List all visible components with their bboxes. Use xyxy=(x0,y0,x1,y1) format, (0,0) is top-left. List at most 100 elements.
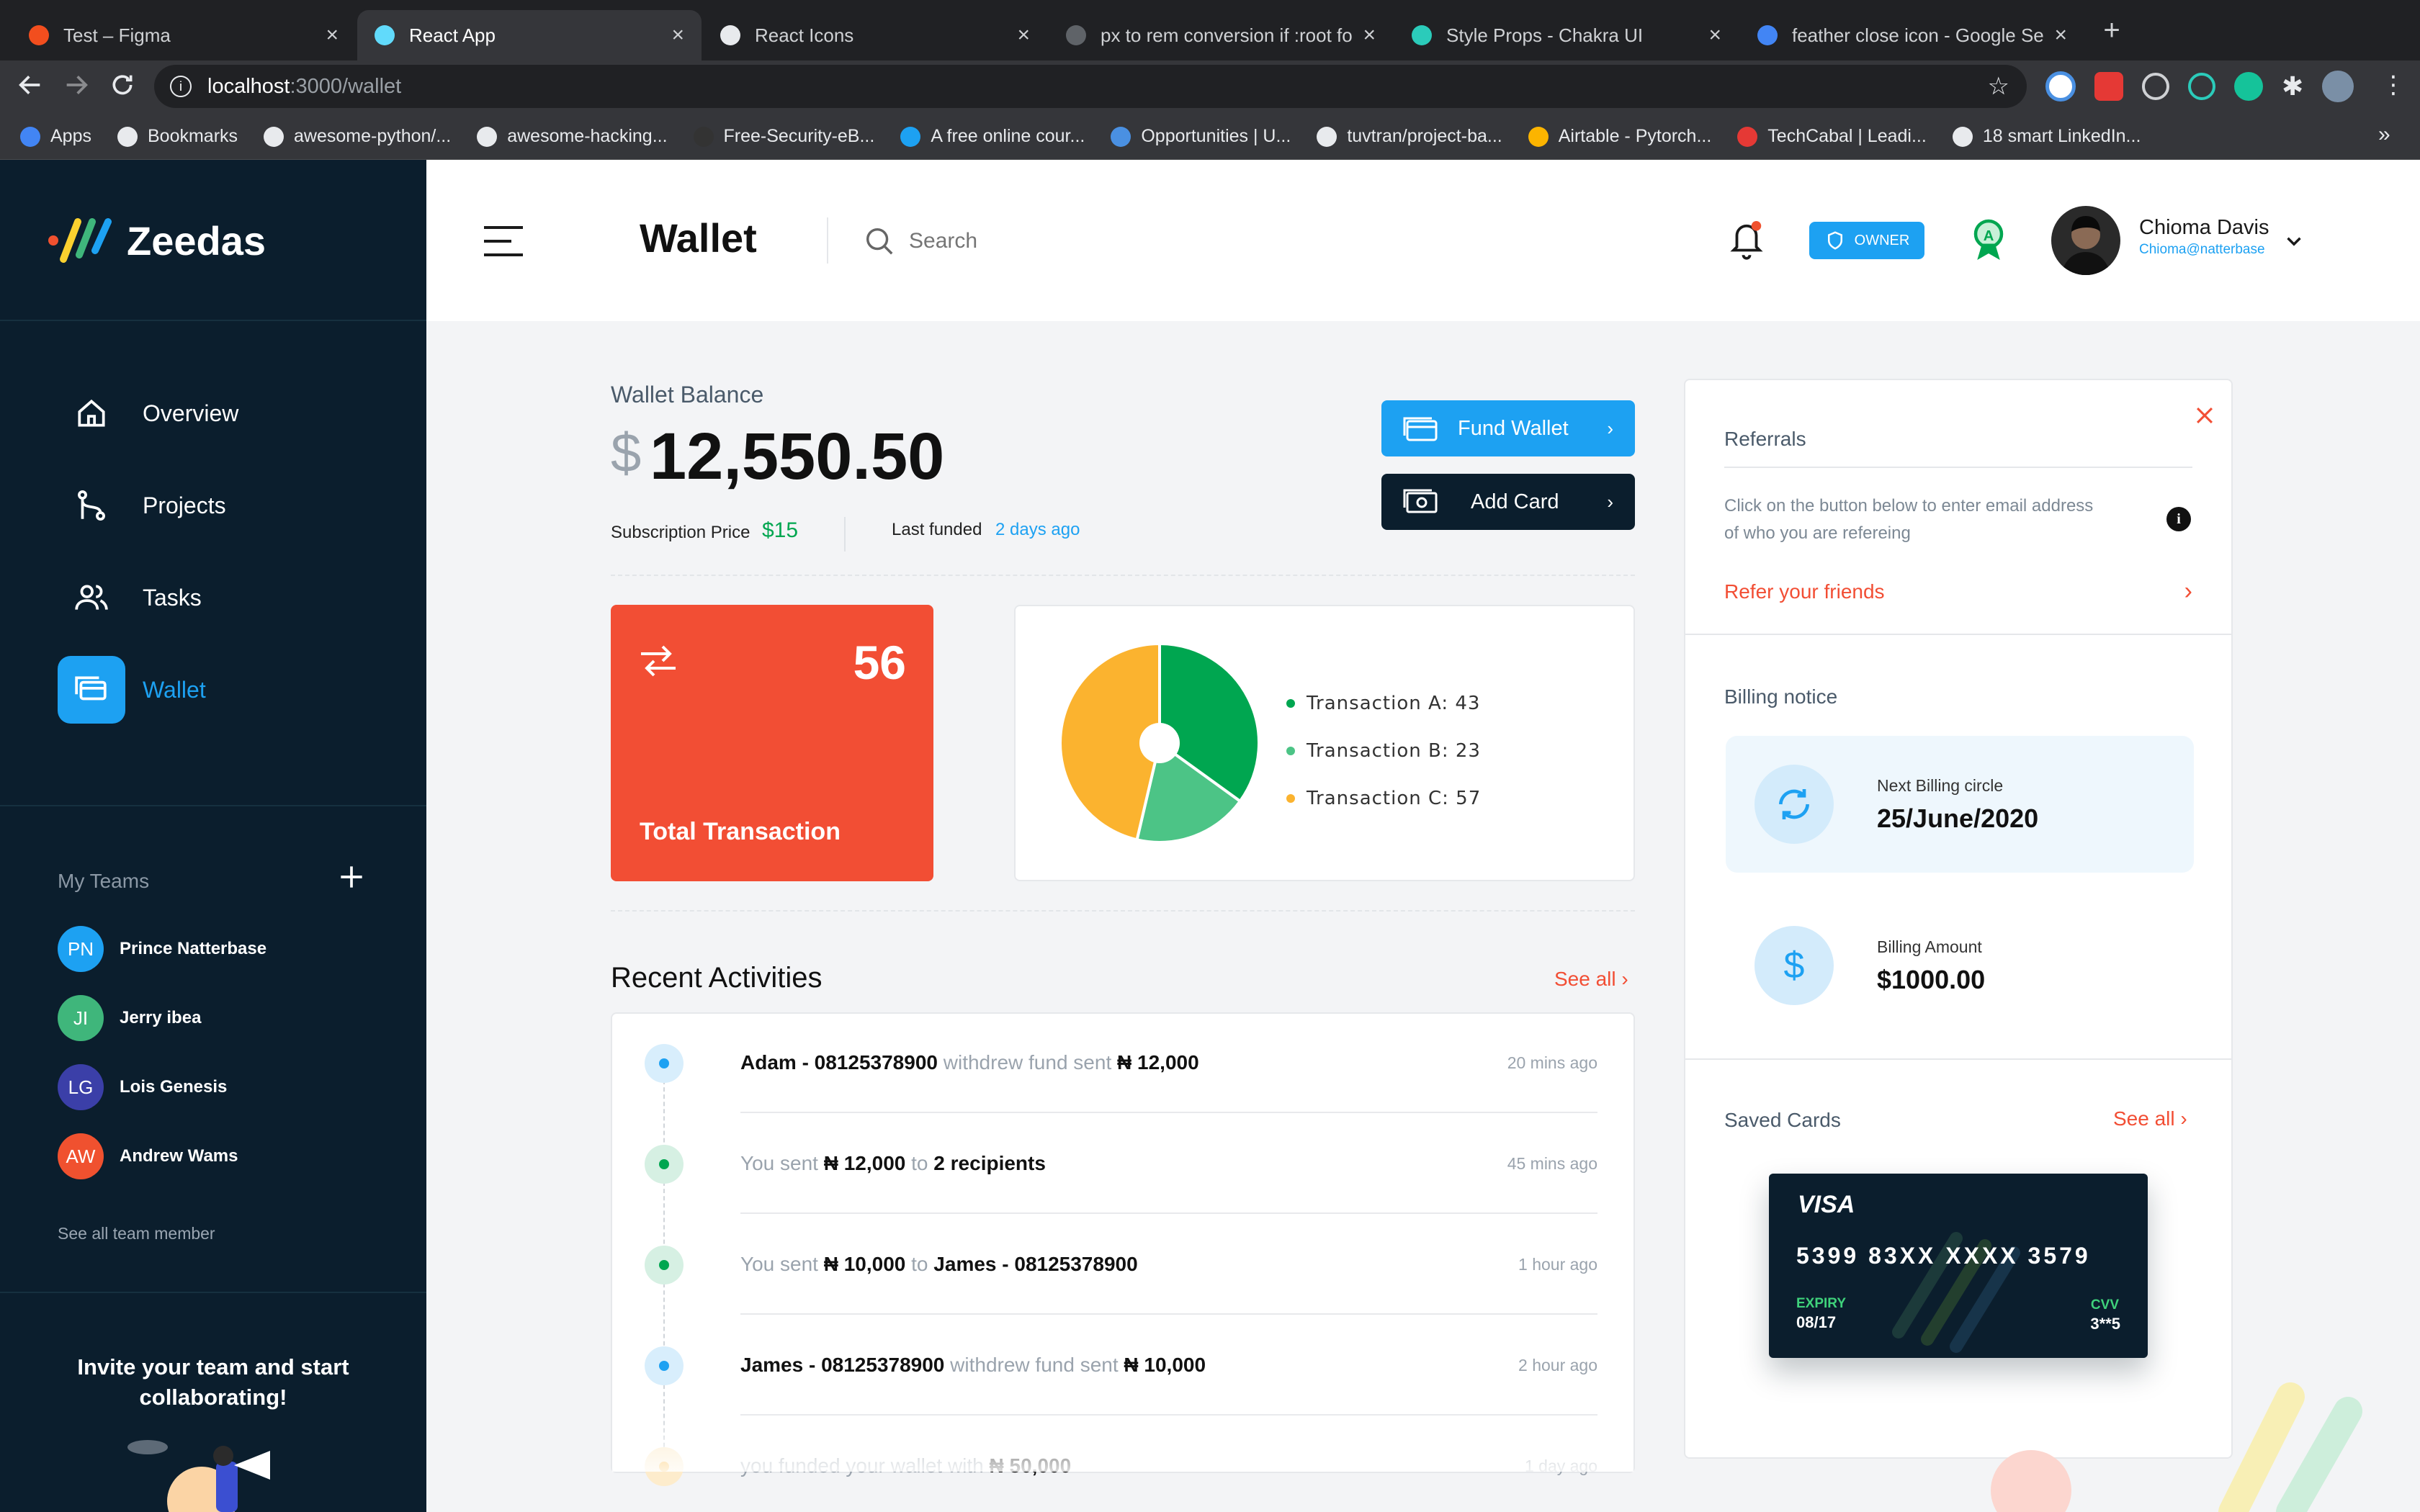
user-avatar[interactable] xyxy=(2051,206,2120,275)
bookmark-item[interactable]: Free-Security-eB... xyxy=(693,126,874,147)
tab-close-icon[interactable]: × xyxy=(671,23,684,48)
team-member[interactable]: PN Prince Natterbase xyxy=(58,926,266,972)
bookmark-item[interactable]: Apps xyxy=(20,126,91,147)
search-input[interactable] xyxy=(909,229,1211,253)
brand-name: Zeedas xyxy=(127,217,266,264)
team-member-name: Prince Natterbase xyxy=(120,939,267,958)
recent-activities-heading: Recent Activities xyxy=(611,962,823,994)
tab-close-icon[interactable]: × xyxy=(1708,23,1721,48)
visa-card[interactable]: VISA 5399 83XX XXXX 3579 EXPIRY 08/17 CV… xyxy=(1769,1174,2148,1358)
profile-avatar-icon[interactable] xyxy=(2322,71,2354,102)
activity-item[interactable]: James - 08125378900 withdrew fund sent ₦… xyxy=(740,1316,1597,1416)
extension-icon-4[interactable] xyxy=(2188,73,2215,100)
browser-tab[interactable]: feather close icon - Google Se × xyxy=(1740,10,2084,60)
bookmark-item[interactable]: Bookmarks xyxy=(117,126,238,147)
tab-close-icon[interactable]: × xyxy=(1363,23,1376,48)
browser-tab[interactable]: Test – Figma × xyxy=(12,10,356,60)
next-billing-label: Next Billing circle xyxy=(1877,776,2004,795)
activity-text-part: ₦ 10,000 xyxy=(823,1253,906,1275)
tab-title: Test – Figma xyxy=(63,24,171,46)
team-member[interactable]: JI Jerry ibea xyxy=(58,995,201,1041)
team-member[interactable]: LG Lois Genesis xyxy=(58,1064,227,1110)
back-icon[interactable] xyxy=(16,71,45,99)
grammarly-icon[interactable] xyxy=(2234,72,2263,101)
browser-tab[interactable]: React Icons × xyxy=(703,10,1047,60)
forward-icon[interactable] xyxy=(62,71,91,99)
bookmark-item[interactable]: Airtable - Pytorch... xyxy=(1528,126,1711,147)
activity-text-part: ₦ 12,000 xyxy=(1117,1051,1199,1074)
brand-logo[interactable]: Zeedas xyxy=(46,212,266,269)
more-bookmarks-icon[interactable]: » xyxy=(2378,122,2390,147)
bookmark-item[interactable]: awesome-hacking... xyxy=(477,126,668,147)
add-team-icon[interactable] xyxy=(336,861,367,893)
browser-tab[interactable]: px to rem conversion if :root fo × xyxy=(1049,10,1393,60)
owner-badge-label: OWNER xyxy=(1854,232,1910,248)
url-path: :3000/wallet xyxy=(290,74,402,98)
saved-cards-see-all-link[interactable]: See all › xyxy=(2113,1107,2187,1130)
zeedas-logo-icon xyxy=(48,218,112,263)
bookmark-star-icon[interactable]: ☆ xyxy=(1988,72,2009,101)
sidebar-item-projects[interactable]: Projects xyxy=(58,472,403,539)
browser-tab[interactable]: React App × xyxy=(357,10,702,60)
bookmark-item[interactable]: tuvtran/project-ba... xyxy=(1317,126,1502,147)
sidebar-item-wallet[interactable]: Wallet xyxy=(58,656,403,724)
activities-see-all-link[interactable]: See all › xyxy=(1554,968,1628,991)
tab-title: feather close icon - Google Se xyxy=(1792,24,2044,46)
timeline-dot xyxy=(645,1044,684,1083)
shield-icon xyxy=(1827,231,1842,250)
tab-close-icon[interactable]: × xyxy=(326,23,339,48)
add-card-button[interactable]: Add Card › xyxy=(1381,474,1635,530)
legend-item: Transaction C: 57 xyxy=(1286,775,1481,822)
airtable-icon xyxy=(1528,126,1549,147)
bookmark-item[interactable]: TechCabal | Leadi... xyxy=(1737,126,1927,147)
award-icon[interactable]: A xyxy=(1969,217,2008,264)
users-icon xyxy=(58,564,125,631)
timeline-dot xyxy=(645,1346,684,1385)
team-member-name: Andrew Wams xyxy=(120,1146,238,1166)
close-icon[interactable] xyxy=(2192,403,2217,428)
link-icon xyxy=(1952,126,1973,147)
refer-friends-link[interactable]: Refer your friends › xyxy=(1724,577,2192,606)
info-icon[interactable]: i xyxy=(170,76,192,97)
tab-close-icon[interactable]: × xyxy=(2054,23,2067,48)
saved-cards-heading: Saved Cards xyxy=(1724,1109,1841,1131)
activity-item[interactable]: You sent ₦ 10,000 to James - 08125378900… xyxy=(740,1215,1597,1315)
sidebar-item-overview[interactable]: Overview xyxy=(58,380,403,446)
team-member[interactable]: AW Andrew Wams xyxy=(58,1133,238,1179)
extension-icon-3[interactable] xyxy=(2142,73,2169,100)
browser-menu-icon[interactable]: ⋮ xyxy=(2381,71,2406,99)
activity-item[interactable]: You sent ₦ 12,000 to 2 recipients 45 mins… xyxy=(740,1115,1597,1214)
bookmark-item[interactable]: 18 smart LinkedIn... xyxy=(1952,126,2141,147)
panel-divider xyxy=(1685,634,2231,635)
last-funded-label: Last funded xyxy=(892,520,982,539)
bookmark-label: A free online cour... xyxy=(931,126,1085,146)
balance-currency: $ xyxy=(611,423,642,484)
bookmark-item[interactable]: awesome-python/... xyxy=(264,126,451,147)
extension-icon-1[interactable] xyxy=(2045,71,2076,102)
puzzle-extensions-icon[interactable]: ✱ xyxy=(2282,71,2303,102)
notification-bell-icon[interactable] xyxy=(1727,217,1766,264)
extension-icon-2[interactable] xyxy=(2094,72,2123,101)
total-transaction-card[interactable]: 56 Total Transaction xyxy=(611,605,933,881)
bookmark-item[interactable]: Opportunities | U... xyxy=(1111,126,1291,147)
browser-tab[interactable]: Style Props - Chakra UI × xyxy=(1394,10,1739,60)
activity-item[interactable]: Adam - 08125378900 withdrew fund sent ₦ … xyxy=(740,1014,1597,1113)
reload-icon[interactable] xyxy=(108,71,137,99)
chevron-down-icon[interactable] xyxy=(2282,229,2306,253)
tab-close-icon[interactable]: × xyxy=(1017,23,1030,48)
search-box[interactable] xyxy=(863,223,1237,259)
see-all-team-link[interactable]: See all team member xyxy=(58,1224,215,1243)
git-branch-icon xyxy=(58,472,125,539)
sidebar-item-tasks[interactable]: Tasks xyxy=(58,564,403,631)
fund-wallet-button[interactable]: Fund Wallet › xyxy=(1381,400,1635,456)
bookmark-label: tuvtran/project-ba... xyxy=(1347,126,1502,146)
bookmark-item[interactable]: A free online cour... xyxy=(900,126,1085,147)
bookmark-label: Bookmarks xyxy=(147,126,238,146)
info-icon[interactable]: i xyxy=(2166,507,2191,531)
menu-toggle-icon[interactable] xyxy=(483,223,524,259)
address-bar[interactable]: i localhost:3000/wallet ☆ xyxy=(154,65,2027,108)
billing-amount-label: Billing Amount xyxy=(1877,937,1982,956)
new-tab-button[interactable]: + xyxy=(2097,16,2126,45)
activity-text-part: to xyxy=(905,1253,934,1275)
tab-title: Style Props - Chakra UI xyxy=(1446,24,1644,46)
